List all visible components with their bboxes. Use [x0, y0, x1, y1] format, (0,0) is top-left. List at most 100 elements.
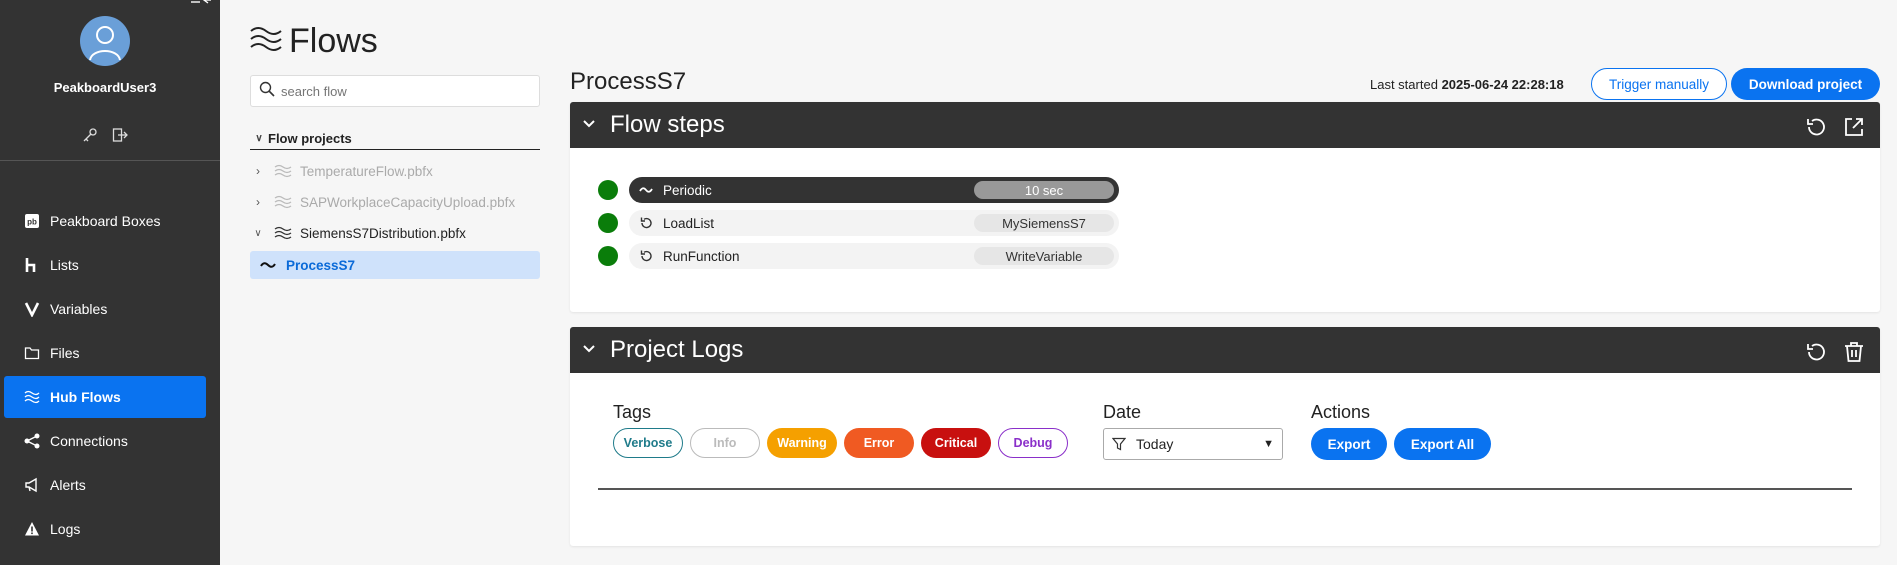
sidebar-item-label: Lists: [50, 257, 79, 273]
flow-step-loadlist: LoadList MySiemensS7: [598, 210, 1119, 236]
tree-item-siemenss7distribution[interactable]: ∨ SiemensS7Distribution.pbfx: [250, 219, 540, 247]
step-value: MySiemensS7: [974, 214, 1114, 232]
open-external-icon[interactable]: [1842, 115, 1866, 139]
flows-icon: [24, 389, 40, 405]
project-logs-actions: [1804, 340, 1866, 364]
step-value: 10 sec: [974, 181, 1114, 199]
chevron-down-icon: ∨: [254, 227, 262, 239]
tag-info[interactable]: Info: [690, 428, 760, 458]
step-pill[interactable]: RunFunction WriteVariable: [629, 243, 1119, 269]
status-dot: [598, 246, 618, 266]
tag-verbose[interactable]: Verbose: [613, 428, 683, 458]
tag-critical[interactable]: Critical: [921, 428, 991, 458]
last-started: Last started 2025-06-24 22:28:18: [1370, 77, 1564, 92]
date-select[interactable]: Today ▼: [1103, 428, 1283, 460]
avatar[interactable]: [80, 16, 130, 66]
flow-projects-header[interactable]: ∨ Flow projects: [250, 128, 540, 150]
sidebar-item-label: Connections: [50, 433, 128, 449]
logout-icon[interactable]: [112, 127, 128, 143]
flow-projects-label: Flow projects: [268, 131, 352, 146]
tree-item-sapworkplacecapacityupload[interactable]: › SAPWorkplaceCapacityUpload.pbfx: [250, 188, 540, 216]
sidebar-nav: pb Peakboard Boxes Lists Variables Files…: [4, 200, 206, 552]
refresh-icon: [639, 216, 655, 230]
sidebar-item-logs[interactable]: Logs: [4, 508, 206, 550]
trash-icon[interactable]: [1842, 340, 1866, 364]
refresh-icon[interactable]: [1804, 340, 1828, 364]
tag-debug[interactable]: Debug: [998, 428, 1068, 458]
tree-item-label: ProcessS7: [286, 257, 356, 273]
periodic-icon: [639, 185, 655, 195]
flow-file-icon: [274, 163, 292, 179]
chevron-down-icon: ▼: [1263, 438, 1274, 450]
download-project-button[interactable]: Download project: [1731, 68, 1880, 100]
sidebar: PeakboardUser3 pb Peakboard Boxes Lists …: [0, 0, 220, 565]
step-name: Periodic: [663, 182, 712, 198]
status-dot: [598, 180, 618, 200]
sidebar-item-lists[interactable]: Lists: [4, 244, 206, 286]
warning-icon: [24, 521, 40, 537]
step-name: LoadList: [663, 215, 715, 231]
tree-item-processs7[interactable]: ProcessS7: [250, 251, 540, 279]
sidebar-item-connections[interactable]: Connections: [4, 420, 206, 462]
flow-steps-actions: [1804, 115, 1866, 139]
export-all-button[interactable]: Export All: [1394, 428, 1491, 460]
status-dot: [598, 213, 618, 233]
trigger-manually-button[interactable]: Trigger manually: [1591, 68, 1727, 100]
flow-steps-panel: Flow steps Periodic 10 sec LoadList MySi…: [570, 102, 1880, 312]
step-pill[interactable]: Periodic 10 sec: [629, 177, 1119, 203]
sidebar-item-label: Files: [50, 345, 80, 361]
refresh-icon: [639, 249, 655, 263]
refresh-icon[interactable]: [1804, 115, 1828, 139]
h-icon: [24, 257, 40, 273]
search-input[interactable]: [281, 83, 521, 99]
sidebar-item-label: Alerts: [50, 477, 86, 493]
tree-item-label: SAPWorkplaceCapacityUpload.pbfx: [300, 194, 516, 210]
step-pill[interactable]: LoadList MySiemensS7: [629, 210, 1119, 236]
step-value: WriteVariable: [974, 247, 1114, 265]
key-icon[interactable]: [82, 127, 98, 143]
svg-text:pb: pb: [27, 218, 37, 227]
tree-item-label: TemperatureFlow.pbfx: [300, 163, 433, 179]
sidebar-item-label: Logs: [50, 521, 81, 537]
project-logs-title: Project Logs: [610, 336, 744, 363]
chevron-right-icon: ›: [256, 195, 260, 209]
tag-warning[interactable]: Warning: [767, 428, 837, 458]
last-started-value: 2025-06-24 22:28:18: [1441, 77, 1564, 92]
chevron-down-icon[interactable]: [582, 116, 596, 134]
collapse-sidebar-icon[interactable]: [190, 0, 214, 8]
page-title: Flows: [289, 22, 378, 60]
project-logs-header[interactable]: Project Logs: [570, 327, 1880, 373]
pb-logo-icon: pb: [24, 213, 40, 229]
step-name: RunFunction: [663, 248, 740, 264]
flow-file-icon: [274, 194, 292, 210]
chevron-down-icon[interactable]: [582, 341, 596, 359]
sidebar-item-variables[interactable]: Variables: [4, 288, 206, 330]
sidebar-item-hub-flows[interactable]: Hub Flows: [4, 376, 206, 418]
flows-icon: [249, 22, 283, 61]
tag-error[interactable]: Error: [844, 428, 914, 458]
chevron-right-icon: ›: [256, 164, 260, 178]
sidebar-item-peakboard-boxes[interactable]: pb Peakboard Boxes: [4, 200, 206, 242]
sidebar-item-files[interactable]: Files: [4, 332, 206, 374]
tree-item-temperatureflow[interactable]: › TemperatureFlow.pbfx: [250, 157, 540, 185]
username: PeakboardUser3: [53, 80, 157, 95]
flow-step-periodic: Periodic 10 sec: [598, 177, 1119, 203]
chevron-down-icon: ∨: [255, 133, 263, 144]
actions-label: Actions: [1311, 402, 1371, 422]
share-icon: [24, 433, 40, 449]
sidebar-item-label: Peakboard Boxes: [50, 213, 161, 229]
flow-step-runfunction: RunFunction WriteVariable: [598, 243, 1119, 269]
sidebar-item-alerts[interactable]: Alerts: [4, 464, 206, 506]
tags-label: Tags: [613, 402, 652, 422]
periodic-icon: [260, 260, 278, 270]
export-button[interactable]: Export: [1311, 428, 1387, 460]
sidebar-divider: [0, 160, 220, 161]
last-started-label: Last started: [1370, 77, 1438, 92]
flow-title: ProcessS7: [570, 68, 687, 95]
flow-steps-header[interactable]: Flow steps: [570, 102, 1880, 148]
folder-icon: [24, 345, 40, 361]
user-actions: [0, 127, 210, 143]
sidebar-item-label: Hub Flows: [50, 389, 121, 405]
megaphone-icon: [24, 477, 40, 493]
flow-file-icon: [274, 225, 292, 241]
